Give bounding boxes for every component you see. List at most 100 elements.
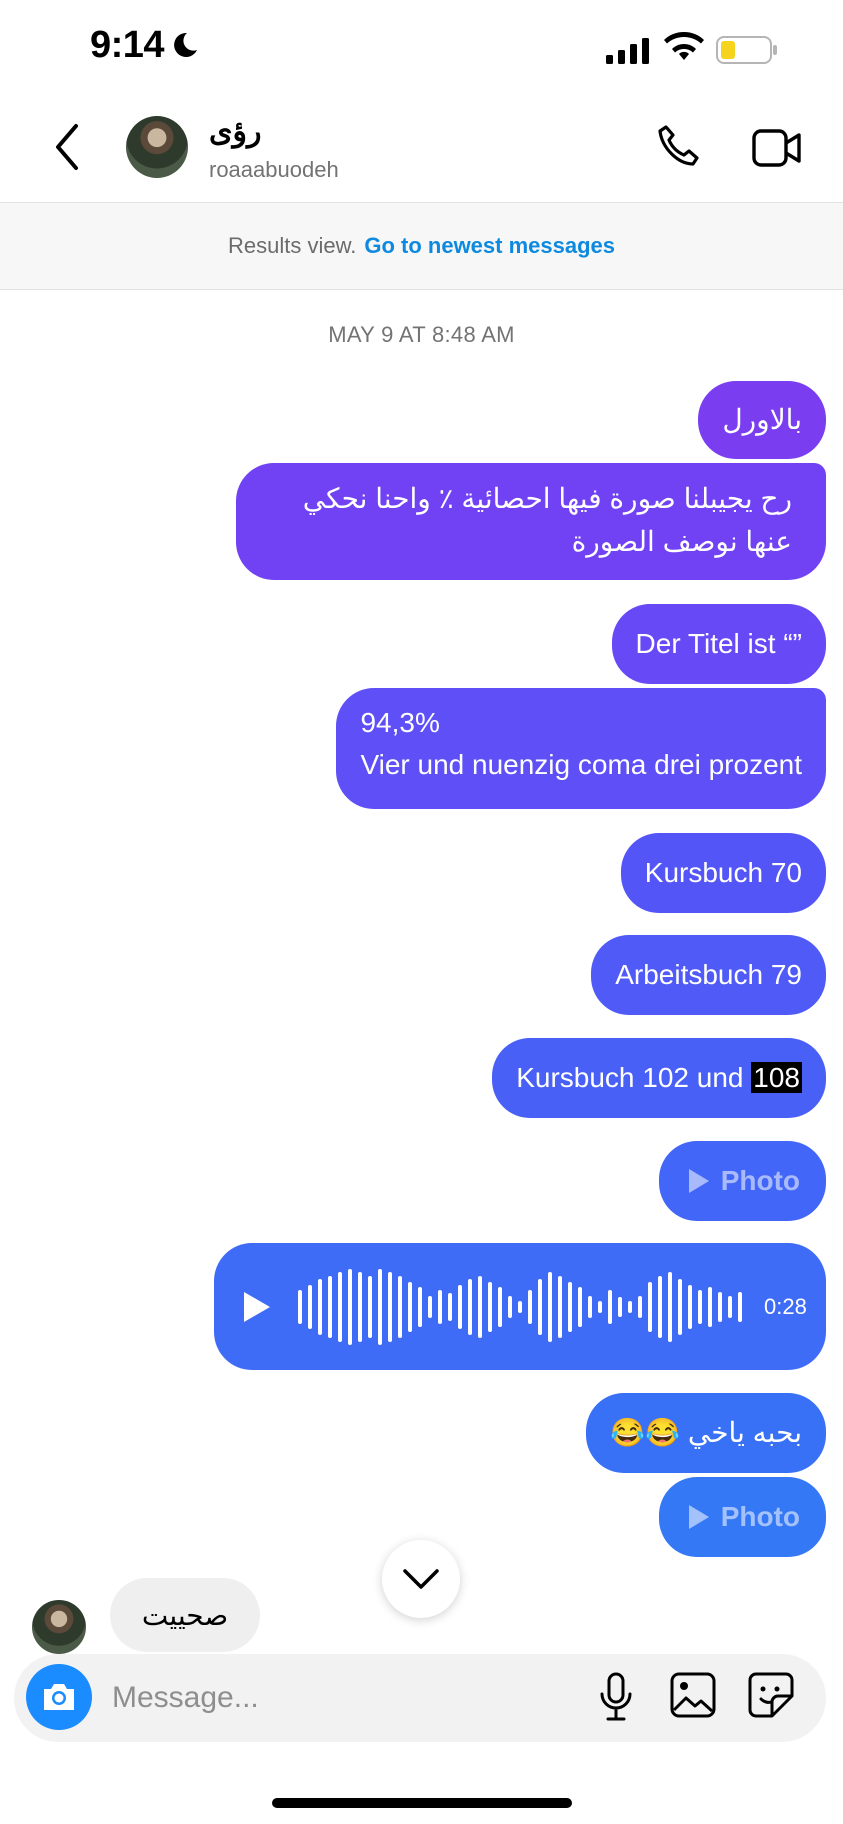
waveform-bar — [688, 1284, 692, 1329]
waveform-bar — [558, 1275, 562, 1338]
message-text: بحبه ياخي 😂😂 — [610, 1417, 802, 1448]
message-bubble[interactable]: رح يجيبلنا صورة فيها احصائية ٪ واحنا نحك… — [236, 463, 826, 580]
waveform-bar — [708, 1286, 712, 1327]
message-timestamp: MAY 9 AT 8:48 AM — [328, 322, 515, 347]
results-banner: Results view. Go to newest messages — [0, 202, 843, 290]
message-bubble[interactable]: بحبه ياخي 😂😂 — [586, 1393, 826, 1473]
audio-waveform[interactable] — [298, 1267, 742, 1347]
message-bubble[interactable]: 94,3% Vier und nuenzig coma drei prozent — [336, 688, 826, 809]
message-bubble[interactable]: بالاورل — [698, 381, 826, 459]
phone-call-icon[interactable] — [656, 124, 702, 175]
moon-icon — [170, 30, 200, 65]
status-time: 9:14 — [90, 24, 165, 66]
message-bubble[interactable]: Arbeitsbuch 79 — [591, 935, 826, 1015]
waveform-bar — [608, 1289, 612, 1324]
wifi-icon — [664, 30, 704, 67]
message-text: Der Titel ist “” — [635, 628, 802, 659]
message-text-line: رح يجيبلنا صورة فيها احصائية ٪ واحنا نحك… — [302, 483, 792, 514]
waveform-bar — [518, 1300, 522, 1313]
waveform-bar — [648, 1281, 652, 1332]
message-bubble[interactable]: Der Titel ist “” — [611, 604, 826, 684]
waveform-bar — [388, 1271, 392, 1342]
sender-avatar[interactable] — [32, 1600, 86, 1654]
waveform-bar — [718, 1291, 722, 1322]
message-input[interactable] — [110, 1672, 574, 1724]
camera-icon — [44, 1684, 74, 1710]
photo-label: Photo — [720, 1501, 800, 1532]
battery-icon — [716, 36, 778, 69]
sticker-icon[interactable] — [748, 1672, 794, 1723]
voice-duration: 0:28 — [764, 1293, 807, 1319]
message-text: Arbeitsbuch 79 — [615, 959, 802, 990]
camera-button[interactable] — [26, 1664, 92, 1730]
play-icon — [688, 1169, 709, 1193]
waveform-bar — [668, 1271, 672, 1342]
waveform-bar — [308, 1284, 312, 1329]
waveform-bar — [728, 1295, 732, 1318]
voice-message[interactable]: 0:28 — [214, 1243, 826, 1370]
waveform-bar — [658, 1275, 662, 1338]
waveform-bar — [678, 1278, 682, 1335]
message-text: Kursbuch 70 — [644, 857, 802, 888]
scroll-to-bottom-button[interactable] — [382, 1540, 460, 1618]
waveform-bar — [548, 1271, 552, 1342]
message-text: بالاورل — [722, 404, 802, 435]
play-icon — [688, 1505, 709, 1529]
photo-message[interactable]: Photo — [658, 1477, 826, 1557]
gallery-icon[interactable] — [670, 1672, 716, 1723]
message-text: Kursbuch 102 und — [516, 1062, 752, 1093]
waveform-bar — [458, 1284, 462, 1329]
home-indicator — [272, 1798, 572, 1808]
message-text-line: 94,3% — [360, 707, 440, 738]
waveform-bar — [478, 1275, 482, 1338]
waveform-bar — [528, 1289, 532, 1324]
message-bubble[interactable]: Kursbuch 102 und 108 — [492, 1038, 826, 1118]
microphone-icon[interactable] — [598, 1672, 634, 1727]
waveform-bar — [358, 1271, 362, 1342]
waveform-bar — [638, 1295, 642, 1318]
waveform-bar — [598, 1300, 602, 1313]
waveform-bar — [488, 1281, 492, 1332]
waveform-bar — [618, 1296, 622, 1317]
photo-message[interactable]: Photo — [658, 1141, 826, 1221]
waveform-bar — [498, 1286, 502, 1327]
waveform-bar — [398, 1275, 402, 1338]
waveform-bar — [318, 1278, 322, 1335]
video-call-icon[interactable] — [752, 128, 802, 173]
waveform-bar — [428, 1295, 432, 1318]
back-button[interactable] — [52, 122, 82, 177]
waveform-bar — [338, 1271, 342, 1342]
waveform-bar — [438, 1289, 442, 1324]
contact-avatar[interactable] — [126, 116, 188, 178]
waveform-bar — [418, 1286, 422, 1327]
waveform-bar — [368, 1275, 372, 1338]
go-to-newest-link[interactable]: Go to newest messages — [364, 233, 615, 259]
highlighted-text: 108 — [751, 1062, 802, 1093]
waveform-bar — [578, 1286, 582, 1327]
waveform-bar — [738, 1291, 742, 1322]
message-text-line: Vier und nuenzig coma drei prozent — [360, 749, 802, 780]
waveform-bar — [568, 1281, 572, 1332]
waveform-bar — [468, 1278, 472, 1335]
waveform-bar — [348, 1268, 352, 1345]
photo-label: Photo — [720, 1165, 800, 1196]
message-bubble[interactable]: Kursbuch 70 — [620, 833, 826, 913]
waveform-bar — [408, 1281, 412, 1332]
waveform-bar — [698, 1289, 702, 1324]
waveform-bar — [628, 1300, 632, 1313]
waveform-bar — [508, 1295, 512, 1318]
message-text: صحييت — [141, 1599, 229, 1631]
contact-name[interactable]: رؤى — [209, 114, 261, 149]
waveform-bar — [298, 1289, 302, 1324]
waveform-bar — [448, 1292, 452, 1321]
incoming-message-bubble[interactable]: صحييت — [110, 1578, 260, 1652]
waveform-bar — [588, 1295, 592, 1318]
chevron-down-icon — [403, 1569, 439, 1589]
waveform-bar — [328, 1275, 332, 1338]
waveform-bar — [378, 1268, 382, 1345]
results-view-label: Results view. — [227, 233, 357, 258]
contact-username[interactable]: roaaabuodeh — [209, 157, 339, 183]
message-text-line: عنها نوصف الصورة — [571, 526, 792, 557]
play-icon[interactable] — [244, 1291, 270, 1322]
waveform-bar — [538, 1278, 542, 1335]
